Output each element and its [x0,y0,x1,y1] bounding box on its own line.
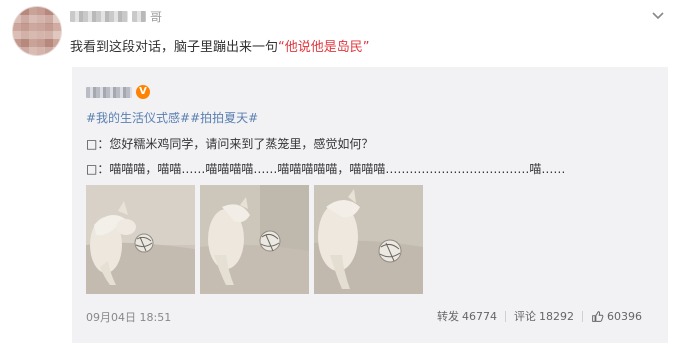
blurred-repost-author [86,86,132,98]
verified-badge-icon: V [136,85,150,99]
cat-photo-2[interactable] [200,185,309,294]
comment-label: 评论 [514,310,536,323]
avatar[interactable] [12,6,62,56]
post-text: 我看到这段对话，脑子里蹦出来一句“他说他是岛民” [70,36,370,55]
comment-count: 18292 [539,309,574,323]
post-body: 我看到这段对话，脑子里蹦出来一句 [70,40,279,55]
post-quote: “他说他是岛民” [278,40,370,55]
dialog-line: □：喵喵喵，喵喵……喵喵喵喵……喵喵喵喵喵，喵喵喵………………………………喵…… [86,162,566,176]
comment-button[interactable]: 评论 18292 [514,308,574,324]
cat-photo-1[interactable] [86,185,195,294]
topic-tag[interactable]: #拍拍夏天# [190,111,258,125]
repost-label: 转发 [437,310,459,323]
repost-author[interactable]: V [86,85,150,99]
repost-card[interactable]: V #我的生活仪式感##拍拍夏天# □：您好糯米鸡同学，请问来到了蒸笼里，感觉如… [72,67,668,343]
author-name-text: 哥 [150,9,164,24]
like-button[interactable]: 60396 [591,310,642,323]
author-name[interactable]: 哥 [70,8,170,24]
chevron-down-icon[interactable] [650,8,666,24]
topic-tags: #我的生活仪式感##拍拍夏天# [86,109,258,126]
divider [582,310,583,322]
divider [505,310,506,322]
blurred-name [132,10,146,22]
like-count: 60396 [607,309,642,323]
dialog-line: □：您好糯米鸡同学，请问来到了蒸笼里，感觉如何？ [86,137,374,151]
repost-button[interactable]: 转发 46774 [437,308,497,324]
post-time[interactable]: 09月04日 18:51 [86,309,171,325]
topic-tag[interactable]: #我的生活仪式感# [86,111,190,125]
thumbs-up-icon [592,310,604,322]
repost-count: 46774 [462,309,497,323]
action-bar: 转发 46774 评论 18292 60396 [437,308,642,324]
cat-photo-3[interactable] [314,185,423,294]
blurred-name [70,10,128,22]
